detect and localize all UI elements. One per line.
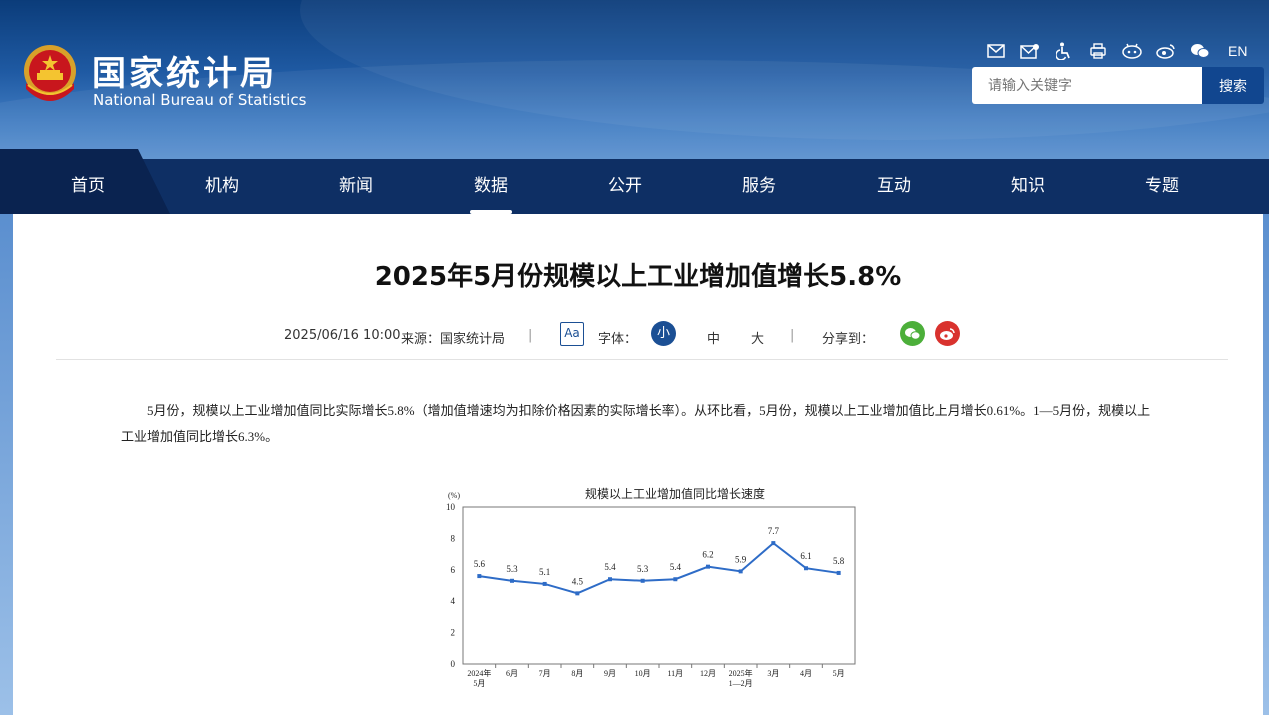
nav-item-services[interactable]: 服务 [719,159,799,214]
y-tick-label: 4 [451,596,456,606]
data-point [510,578,514,583]
data-point [673,577,678,582]
chart-plot-area [462,506,856,665]
chart-y-axis-unit: (%) [448,491,460,500]
y-tick-label: 2 [451,628,456,638]
site-logo-title[interactable]: 国家统计局 [92,46,277,95]
x-tick-label: 3月 [767,669,779,678]
y-tick-label: 6 [451,565,456,575]
data-label: 6.1 [800,551,811,561]
nav-item-news[interactable]: 新闻 [316,159,396,214]
data-label: 5.6 [474,559,486,569]
y-tick-label: 10 [446,502,456,512]
data-point [706,564,710,569]
data-point [738,569,743,574]
data-point [608,577,612,582]
share-weibo-icon[interactable] [935,321,960,346]
meta-divider [56,359,1228,360]
article-meta-bar: 2025/06/16 10:00 来源：国家统计局 | Aa 字体： 小 中 大… [13,321,1263,350]
search-button[interactable]: 搜索 [1202,67,1264,104]
font-size-large-button[interactable]: 大 [751,328,764,347]
x-tick-label: 9月 [604,669,616,678]
data-point [836,570,841,575]
data-label: 5.9 [735,554,747,564]
x-tick-label: 2025年 [729,668,753,678]
x-tick-label: 8月 [571,669,583,678]
x-tick-label: 10月 [635,669,651,678]
font-size-small-button[interactable]: 小 [651,321,676,346]
x-tick-label: 5月 [473,679,485,688]
page-side-decoration [1263,214,1269,715]
nav-item-topics[interactable]: 专题 [1122,159,1202,214]
data-point [477,574,482,579]
accessibility-icon[interactable] [1054,42,1074,60]
x-tick-label: 11月 [667,669,683,678]
share-label: 分享到： [822,332,875,347]
x-tick-label: 2024年 [467,668,491,678]
nav-item-home[interactable]: 首页 [48,159,128,214]
weibo-icon[interactable] [1156,42,1176,60]
font-size-medium-button[interactable]: 中 [707,328,720,347]
y-tick-label: 0 [451,659,456,669]
chart-title: 规模以上工业增加值同比增长速度 [585,486,765,501]
page-side-decoration [0,214,13,715]
header-toolbar: EN [986,42,1247,60]
main-nav: 首页 机构 新闻 数据 公开 服务 互动 知识 专题 [0,149,1269,214]
line-chart: 规模以上工业增加值同比增长速度 (%) 02468102024年5月6月 7月 8月… [446,486,856,688]
x-tick-label: 12月 [700,669,716,678]
x-tick-label: 1—2月 [729,679,753,688]
data-label: 4.5 [572,576,584,586]
nav-item-knowledge[interactable]: 知识 [988,159,1068,214]
nav-item-organization[interactable]: 机构 [182,159,262,214]
site-header: 国家统计局 National Bureau of Statistics EN 搜… [0,0,1269,160]
article-date: 2025/06/16 10:00 [284,328,401,343]
nav-item-public[interactable]: 公开 [585,159,665,214]
meta-separator: | [528,328,533,343]
data-label: 5.3 [506,564,518,574]
mail-icon[interactable] [986,42,1006,60]
x-tick-label: 6月 [506,669,518,678]
nav-item-interaction[interactable]: 互动 [854,159,934,214]
data-point [804,566,808,571]
data-label: 6.2 [702,550,713,560]
meta-separator: | [790,328,795,343]
mini-program-icon[interactable] [1122,42,1142,60]
site-logo-subtitle[interactable]: National Bureau of Statistics [93,91,306,109]
font-size-icon[interactable]: Aa [560,322,584,346]
article-source: 来源：国家统计局 [401,332,506,347]
print-icon[interactable] [1088,42,1108,60]
x-tick-label: 7月 [539,669,551,678]
share-wechat-icon[interactable] [900,321,925,346]
font-size-label: 字体： [598,332,638,347]
search-input[interactable] [972,67,1202,104]
data-label: 7.7 [768,526,780,536]
data-label: 5.4 [604,562,616,572]
article-title: 2025年5月份规模以上工业增加值增长5.8% [374,262,902,292]
data-point [542,581,547,586]
data-label: 5.4 [670,562,682,572]
data-label: 5.3 [637,564,649,574]
data-point [575,591,580,596]
data-label: 5.1 [539,567,550,577]
data-label: 5.8 [833,556,845,566]
y-tick-label: 8 [451,533,456,543]
article-container: 2025年5月份规模以上工业增加值增长5.8% 2025/06/16 10:00… [13,214,1263,715]
national-emblem-icon[interactable] [20,43,80,107]
wechat-icon[interactable] [1190,42,1210,60]
article-paragraph: 5月份，规模以上工业增加值同比实际增长5.8%（增加值增速均为扣除价格因素的实际… [121,403,1151,444]
mailbox-icon[interactable] [1020,42,1040,60]
language-toggle-en[interactable]: EN [1228,43,1247,59]
x-tick-label: 4月 [800,669,812,678]
data-point [640,578,645,583]
nav-item-data[interactable]: 数据 [451,159,531,214]
data-point [771,541,776,546]
x-tick-label: 5月 [833,669,845,678]
